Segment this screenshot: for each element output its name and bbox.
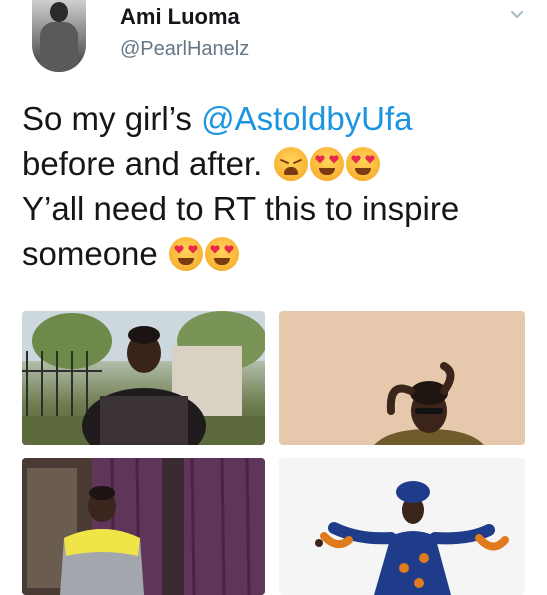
tweet-text: So my girl’s @AstoldbyUfa before and aft… bbox=[22, 96, 532, 276]
avatar-head bbox=[50, 2, 68, 22]
photo-after-fullbody-image bbox=[279, 458, 525, 595]
heart-eyes-emoji bbox=[309, 147, 344, 181]
author-name[interactable]: Ami Luoma bbox=[120, 4, 240, 30]
tweet-line-1-text: So my girl’s bbox=[22, 100, 202, 137]
mention-link[interactable]: @AstoldbyUfa bbox=[201, 100, 412, 137]
heart-eyes-emoji bbox=[345, 147, 380, 181]
photo-before-outdoor-image bbox=[22, 311, 265, 445]
photo-after-fullbody[interactable] bbox=[279, 458, 525, 595]
avatar-body bbox=[40, 22, 78, 72]
photo-before-indoor[interactable] bbox=[22, 458, 265, 595]
heart-eyes-emoji bbox=[204, 237, 239, 271]
heart-eyes-emoji bbox=[168, 237, 203, 271]
photo-after-portrait-image bbox=[279, 311, 525, 445]
author-avatar[interactable] bbox=[32, 0, 86, 72]
tweet-line-1: So my girl’s @AstoldbyUfa bbox=[22, 96, 532, 141]
photo-before-outdoor[interactable] bbox=[22, 311, 265, 445]
author-handle[interactable]: @PearlHanelz bbox=[120, 38, 249, 61]
photo-after-portrait[interactable] bbox=[279, 311, 525, 445]
tweet-line-3: Y’all need to RT this to inspire bbox=[22, 190, 460, 227]
weary-face-emoji bbox=[273, 147, 308, 181]
tweet-line-4-text: someone bbox=[22, 235, 158, 272]
chevron-down-icon[interactable] bbox=[510, 8, 524, 22]
tweet-line-4: someone bbox=[22, 231, 532, 276]
tweet-line-2-text: before and after. bbox=[22, 145, 263, 182]
photo-before-indoor-image bbox=[22, 458, 265, 595]
tweet-line-2: before and after. bbox=[22, 141, 532, 186]
